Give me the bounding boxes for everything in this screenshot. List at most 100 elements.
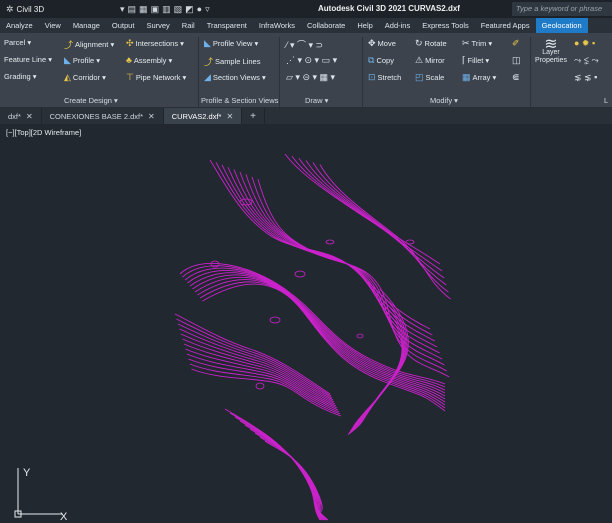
copy-icon: ⧉ [368, 55, 375, 65]
close-icon[interactable]: ✕ [148, 112, 155, 121]
explode-button[interactable]: ◫ [512, 55, 521, 66]
feature-line-button[interactable]: Feature Line ▾ [4, 55, 52, 64]
array-button[interactable]: ▦ Array ▾ [462, 72, 496, 83]
ribbon-tab-view[interactable]: View [39, 18, 67, 33]
copy-button[interactable]: ⧉ Copy [368, 55, 394, 66]
pipe-network-button[interactable]: ⊤ Pipe Network ▾ [126, 72, 186, 83]
share-icon[interactable]: ● [197, 4, 202, 14]
layer-properties-label: Layer Properties [535, 49, 567, 64]
file-tab[interactable]: CURVAS2.dxf* ✕ [163, 108, 243, 124]
ribbon-tab-help[interactable]: Help [351, 18, 378, 33]
trim-button[interactable]: ✂ Trim ▾ [462, 38, 492, 49]
workspace-switcher[interactable]: ✲ Civil 3D [0, 4, 120, 15]
sample-lines-button[interactable]: ⤴ Sample Lines [204, 55, 260, 68]
grading-label: Grading ▾ [4, 72, 37, 81]
ribbon-tab-infraworks[interactable]: InfraWorks [253, 18, 301, 33]
move-button[interactable]: ✥ Move [368, 38, 396, 49]
close-icon[interactable]: ✕ [226, 112, 233, 121]
ribbon-tab-transparent[interactable]: Transparent [201, 18, 253, 33]
layers-panel-label[interactable]: L [604, 96, 608, 105]
plot-icon[interactable]: ◩ [185, 4, 194, 15]
layer-iso-button[interactable]: ⋦ ⋦ ▪ [574, 72, 597, 83]
polyline-tool[interactable]: ▱ ▾ ⊝ ▾ ▦ ▾ [286, 72, 335, 83]
file-tab[interactable]: CONEXIONES BASE 2.dxf* ✕ [42, 108, 164, 124]
profile-button[interactable]: ◣ Profile ▾ [64, 55, 100, 66]
save-icon[interactable]: ▣ [151, 4, 160, 15]
polyline-icon: ▱ ▾ ⊝ ▾ ▦ ▾ [286, 72, 336, 82]
file-tab[interactable]: dxf* ✕ [0, 108, 42, 124]
ribbon-tab-manage[interactable]: Manage [67, 18, 106, 33]
contour-line [255, 382, 265, 390]
viewport-controls-label[interactable]: [−][Top][2D Wireframe] [6, 128, 81, 137]
profile-view-icon: ◣ [204, 38, 211, 48]
erase-button[interactable]: ✐ [512, 38, 520, 49]
ribbon-tab-geolocation[interactable]: Geolocation [535, 18, 588, 33]
ribbon-tab-add-ins[interactable]: Add-ins [379, 18, 416, 33]
parcel-button[interactable]: Parcel ▾ [4, 38, 31, 47]
stretch-button[interactable]: ⊡ Stretch [368, 72, 401, 83]
profile-section-views-panel-label: Profile & Section Views [201, 96, 279, 105]
print-icon[interactable]: ▧ [174, 4, 183, 15]
circle-tool[interactable]: ⋰ ▾ ⊙ ▾ ▭ ▾ [286, 55, 337, 66]
lightbulb-icon: ● ✹ ▪ [574, 38, 596, 48]
ribbon-tab-output[interactable]: Output [106, 18, 141, 33]
mirror-button[interactable]: ⚠ Mirror [415, 55, 445, 66]
contour-line [215, 162, 433, 336]
rotate-button[interactable]: ↻ Rotate [415, 38, 447, 49]
pipe-network-label: Pipe Network ▾ [135, 73, 187, 82]
alignment-button[interactable]: ⤴ Alignment ▾ [64, 38, 114, 51]
circle-icon: ⋰ ▾ ⊙ ▾ ▭ ▾ [286, 55, 338, 65]
profile-view-button[interactable]: ◣ Profile View ▾ [204, 38, 258, 49]
panel-divider [362, 37, 363, 107]
contour-line [197, 279, 446, 406]
section-views-icon: ◢ [204, 72, 211, 82]
panel-divider [530, 37, 531, 107]
section-views-label: Section Views ▾ [212, 73, 266, 82]
drawing-canvas[interactable]: [−][Top][2D Wireframe] Y X [0, 124, 612, 523]
ribbon-tab-collaborate[interactable]: Collaborate [301, 18, 351, 33]
new-tab-button[interactable]: + [242, 108, 266, 124]
save-as-icon[interactable]: ▥ [162, 4, 171, 15]
corridor-button[interactable]: ◭ Corridor ▾ [64, 72, 106, 83]
scale-label: Scale [425, 73, 445, 82]
ribbon-tab-express-tools[interactable]: Express Tools [416, 18, 475, 33]
contour-line [325, 239, 335, 245]
modify-panel-label[interactable]: Modify ▾ [430, 96, 458, 105]
mirror-icon: ⚠ [415, 55, 424, 65]
contour-line [209, 159, 431, 330]
draw-panel-label[interactable]: Draw ▾ [305, 96, 328, 105]
fillet-button[interactable]: ⌈ Fillet ▾ [462, 55, 489, 66]
customize-icon[interactable]: ▿ [205, 4, 210, 15]
intersections-button[interactable]: ✣ Intersections ▾ [126, 38, 184, 49]
stretch-icon: ⊡ [368, 72, 376, 82]
layer-properties-button[interactable]: ≋ Layer Properties [534, 37, 568, 65]
create-design-panel-label[interactable]: Create Design ▾ [64, 96, 118, 105]
sample-lines-label: Sample Lines [215, 57, 261, 66]
new-icon[interactable]: ▤ [128, 4, 137, 15]
search-input[interactable]: Type a keyword or phrase [512, 2, 612, 16]
open-icon[interactable]: ▦ [139, 4, 148, 15]
contour-line [249, 428, 326, 521]
layer-match-button[interactable]: ⤳ ⋦ ⤳ [574, 55, 599, 66]
assembly-button[interactable]: ♣ Assembly ▾ [126, 55, 172, 65]
offset-icon: ⋐ [512, 72, 520, 82]
scale-button[interactable]: ◰ Scale [415, 72, 444, 83]
ribbon-tab-survey[interactable]: Survey [140, 18, 175, 33]
rotate-label: Rotate [424, 39, 447, 48]
close-icon[interactable]: ✕ [26, 112, 33, 121]
layer-light-button[interactable]: ● ✹ ▪ [574, 38, 595, 49]
title-bar: ✲ Civil 3D ▾ ▤ ▦ ▣ ▥ ▧ ◩ ● ▿ Autodesk Ci… [0, 0, 612, 18]
quick-access-toolbar: ▾ ▤ ▦ ▣ ▥ ▧ ◩ ● ▿ [120, 4, 280, 15]
ribbon-tab-analyze[interactable]: Analyze [0, 18, 39, 33]
line-tool[interactable]: ⁄ ▾ ⌒ ▾ ⊃ [286, 38, 323, 51]
section-views-button[interactable]: ◢ Section Views ▾ [204, 72, 266, 83]
intersections-label: Intersections ▾ [135, 39, 184, 48]
grading-button[interactable]: Grading ▾ [4, 72, 37, 81]
offset-button[interactable]: ⋐ [512, 72, 520, 83]
ribbon-tab-rail[interactable]: Rail [176, 18, 201, 33]
ribbon-tab-featured-apps[interactable]: Featured Apps [475, 18, 536, 33]
dropdown-arrow-icon[interactable]: ▾ [120, 4, 125, 15]
file-tabs: dxf* ✕ CONEXIONES BASE 2.dxf* ✕ CURVAS2.dxf*… [0, 108, 612, 124]
contour-line [183, 343, 337, 407]
rotate-icon: ↻ [415, 38, 423, 48]
